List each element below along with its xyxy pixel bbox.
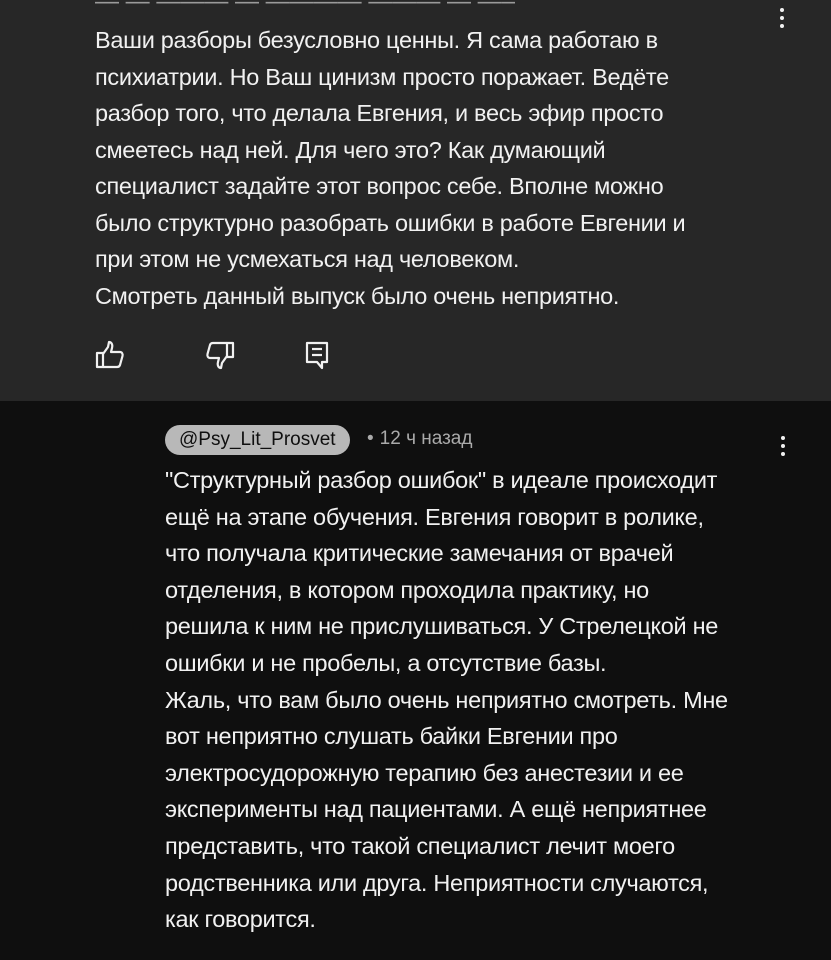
comment-meta: • 12 ч назад — [367, 428, 472, 450]
thumbs-up-icon[interactable] — [95, 340, 125, 370]
top-comment: — — ——— — ———— ——— — ———— Ваши разборы б… — [0, 0, 831, 401]
comment-timestamp: 12 ч назад — [379, 428, 473, 449]
thumbs-down-icon[interactable] — [205, 340, 235, 370]
more-vert-icon[interactable] — [771, 432, 795, 460]
reply-icon[interactable] — [303, 340, 333, 370]
meta-separator: • — [367, 428, 374, 449]
cropped-header-remnant: — — ——— — ———— ——— — ———— — [95, 0, 515, 15]
top-comment-text: Ваши разборы безусловно ценны. Я сама ра… — [95, 27, 686, 309]
author-handle-chip[interactable]: @Psy_Lit_Prosvet — [165, 425, 350, 455]
reply-text: "Структурный разбор ошибок" в идеале про… — [165, 467, 728, 933]
